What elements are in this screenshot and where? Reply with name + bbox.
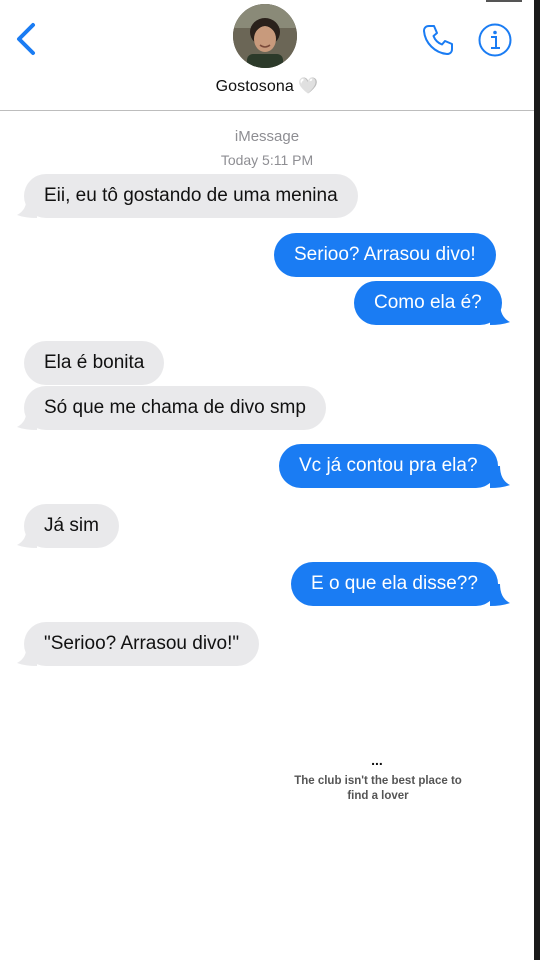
message-bubble-outgoing[interactable]: Serioo? Arrasou divo!: [274, 233, 496, 277]
timestamp: Today 5:11 PM: [220, 152, 314, 168]
bubble-tail: [17, 644, 37, 666]
bubble-tail: [490, 466, 510, 488]
message-bubble-outgoing[interactable]: Vc já contou pra ela?: [279, 444, 498, 488]
info-icon[interactable]: [477, 22, 513, 58]
avatar[interactable]: [233, 4, 297, 68]
message-bubble-incoming[interactable]: Já sim: [24, 504, 119, 548]
message-bubble-incoming[interactable]: "Serioo? Arrasou divo!": [24, 622, 260, 666]
ellipsis-text: ...: [371, 752, 383, 768]
status-bar-fragment: [486, 0, 522, 2]
bubble-tail: [490, 584, 510, 606]
phone-icon[interactable]: [420, 22, 456, 58]
message-bubble-outgoing[interactable]: Como ela é?: [354, 281, 502, 325]
bubble-tail: [17, 196, 37, 218]
message-bubble-incoming[interactable]: Só que me chama de divo smp: [24, 386, 326, 430]
message-bubble-outgoing[interactable]: E o que ela disse??: [291, 562, 498, 606]
contact-name[interactable]: Gostosona 🤍: [0, 76, 534, 96]
screen-edge: [534, 0, 540, 960]
bubble-tail: [17, 526, 37, 548]
caption-text: The club isn't the best place to find a …: [294, 775, 462, 802]
service-label: iMessage: [234, 128, 300, 145]
bubble-tail: [490, 303, 510, 325]
chevron-left-icon[interactable]: [14, 22, 38, 56]
bubble-tail: [17, 408, 37, 430]
message-bubble-incoming[interactable]: Ela é bonita: [24, 341, 165, 385]
conversation-header: Gostosona 🤍: [0, 0, 534, 111]
message-bubble-incoming[interactable]: Eii, eu tô gostando de uma menina: [24, 174, 358, 218]
